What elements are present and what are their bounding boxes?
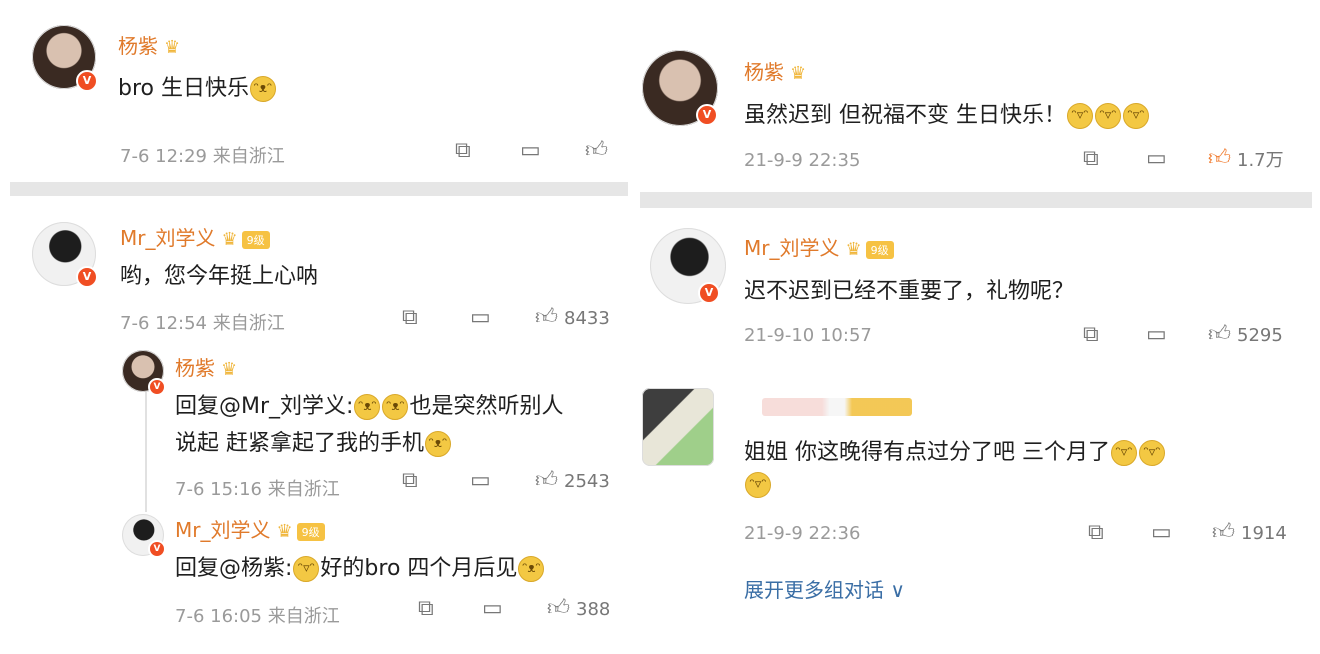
reply-text-line2: 说起 赶紧拿起了我的手机 ᵔᴥᵔ xyxy=(175,425,452,457)
comment-text-line2: ᵔ▿ᵔ xyxy=(744,472,772,498)
laugh-cry-emoji-icon: ᵔ▿ᵔ xyxy=(1067,103,1093,129)
crown-icon: ♛ xyxy=(164,37,181,58)
smile-emoji-icon: ᵔᴥᵔ xyxy=(518,556,545,582)
comment-meta: 7-6 12:54 来自浙江 xyxy=(120,313,285,334)
crown-icon: ♛ xyxy=(221,359,238,380)
like-button[interactable]: 👍︎ 388 xyxy=(547,594,610,621)
post-text: 虽然迟到 但祝福不变 生日快乐！ ᵔ▿ᵔ ᵔ▿ᵔ ᵔ▿ᵔ xyxy=(744,97,1150,129)
comment-author-name[interactable]: Mr_刘学义 ♛ 9级 xyxy=(744,232,894,261)
thread-line xyxy=(145,392,147,512)
comment-button[interactable]: ▭ xyxy=(1146,146,1167,171)
laugh-cry-emoji-icon: ᵔ▿ᵔ xyxy=(293,556,320,582)
comment-text: 姐姐 你这晚得有点过分了吧 三个月了 ᵔ▿ᵔ ᵔ▿ᵔ xyxy=(744,434,1166,466)
comment-button[interactable]: ▭ xyxy=(1151,520,1172,545)
comment-button[interactable]: ▭ xyxy=(520,138,541,163)
comment-text: 哟，您今年挺上心呐 xyxy=(120,264,319,289)
crown-icon: ♛ xyxy=(276,521,293,542)
right-comment-panel: V 杨紫 ♛ 虽然迟到 但祝福不变 生日快乐！ ᵔ▿ᵔ ᵔ▿ᵔ ᵔ▿ᵔ 21-9-9 2… xyxy=(640,0,1320,654)
comment-button[interactable]: ▭ xyxy=(1146,322,1167,347)
verified-icon: V xyxy=(698,282,720,304)
reply-author-name[interactable]: 杨紫 ♛ xyxy=(175,352,237,381)
comment-text: 迟不迟到已经不重要了，礼物呢？ xyxy=(744,279,1075,304)
like-button[interactable]: 👍︎ 1.7万 xyxy=(1208,144,1284,172)
smile-emoji-icon: ᵔᴥᵔ xyxy=(382,394,409,420)
comment-meta: 21-9-9 22:36 xyxy=(744,523,861,544)
like-button[interactable]: 👍︎ xyxy=(585,136,608,163)
blurred-author-name xyxy=(762,398,912,416)
comment-button[interactable]: ▭ xyxy=(470,305,491,330)
crown-icon: ♛ xyxy=(221,229,238,250)
laugh-cry-emoji-icon: ᵔ▿ᵔ xyxy=(745,472,771,498)
expand-more-link[interactable]: 展开更多组对话 ∨ xyxy=(744,574,905,603)
crown-icon: ♛ xyxy=(790,63,807,84)
divider xyxy=(10,182,628,196)
like-button[interactable]: 👍︎ 1914 xyxy=(1212,518,1287,545)
vip-badge: 9级 xyxy=(865,240,894,259)
verified-icon: V xyxy=(76,70,98,92)
like-button[interactable]: 👍︎ 5295 xyxy=(1208,320,1283,347)
share-button[interactable]: ⧉ xyxy=(1088,520,1104,545)
reply-meta: 7-6 16:05 来自浙江 xyxy=(175,606,340,627)
laugh-cry-emoji-icon: ᵔ▿ᵔ xyxy=(1095,103,1121,129)
reply-text: 回复@杨紫: ᵔ▿ᵔ 好的bro 四个月后见 ᵔᴥᵔ xyxy=(175,550,545,582)
laugh-cry-emoji-icon: ᵔ▿ᵔ xyxy=(1123,103,1149,129)
reply-text-line1: 回复@Mr_刘学义: ᵔᴥᵔ ᵔᴥᵔ 也是突然听别人 xyxy=(175,394,564,420)
comment-author-name[interactable]: Mr_刘学义 ♛ 9级 xyxy=(120,222,270,251)
post-author-name[interactable]: 杨紫 ♛ xyxy=(118,30,180,59)
avatar[interactable] xyxy=(642,388,714,466)
share-button[interactable]: ⧉ xyxy=(418,596,434,621)
post-text: bro 生日快乐 ᵔᴥᵔ xyxy=(118,70,277,102)
crown-icon: ♛ xyxy=(845,239,862,260)
laugh-cry-emoji-icon: ᵔ▿ᵔ xyxy=(1139,440,1165,466)
smile-emoji-icon: ᵔᴥᵔ xyxy=(425,431,451,457)
comment-button[interactable]: ▭ xyxy=(470,468,491,493)
share-button[interactable]: ⧉ xyxy=(1083,322,1099,347)
like-button[interactable]: 👍︎ 2543 xyxy=(535,466,610,493)
comment-button[interactable]: ▭ xyxy=(482,596,503,621)
vip-badge: 9级 xyxy=(241,230,270,249)
post-author-name[interactable]: 杨紫 ♛ xyxy=(744,56,806,85)
verified-icon: V xyxy=(76,266,98,288)
laugh-cry-emoji-icon: ᵔ▿ᵔ xyxy=(1111,440,1137,466)
divider xyxy=(640,192,1312,208)
left-comment-panel: V 杨紫 ♛ bro 生日快乐 ᵔᴥᵔ 7-6 12:29 来自浙江 ⧉ ▭ 👍︎ … xyxy=(0,0,630,654)
post-meta: 21-9-9 22:35 xyxy=(744,150,861,171)
comment-meta: 21-9-10 10:57 xyxy=(744,325,872,346)
smile-emoji-icon: ᵔᴥᵔ xyxy=(354,394,381,420)
reply-author-name[interactable]: Mr_刘学义 ♛ 9级 xyxy=(175,514,325,543)
smile-emoji-icon: ᵔᴥᵔ xyxy=(249,76,276,102)
verified-icon: V xyxy=(148,540,166,558)
like-button[interactable]: 👍︎ 8433 xyxy=(535,303,610,330)
vip-badge: 9级 xyxy=(296,522,325,541)
post-meta: 7-6 12:29 来自浙江 xyxy=(120,146,285,167)
share-button[interactable]: ⧉ xyxy=(1083,146,1099,171)
share-button[interactable]: ⧉ xyxy=(402,468,418,493)
share-button[interactable]: ⧉ xyxy=(455,138,471,163)
verified-icon: V xyxy=(148,378,166,396)
share-button[interactable]: ⧉ xyxy=(402,305,418,330)
verified-icon: V xyxy=(696,104,718,126)
reply-meta: 7-6 15:16 来自浙江 xyxy=(175,479,340,500)
